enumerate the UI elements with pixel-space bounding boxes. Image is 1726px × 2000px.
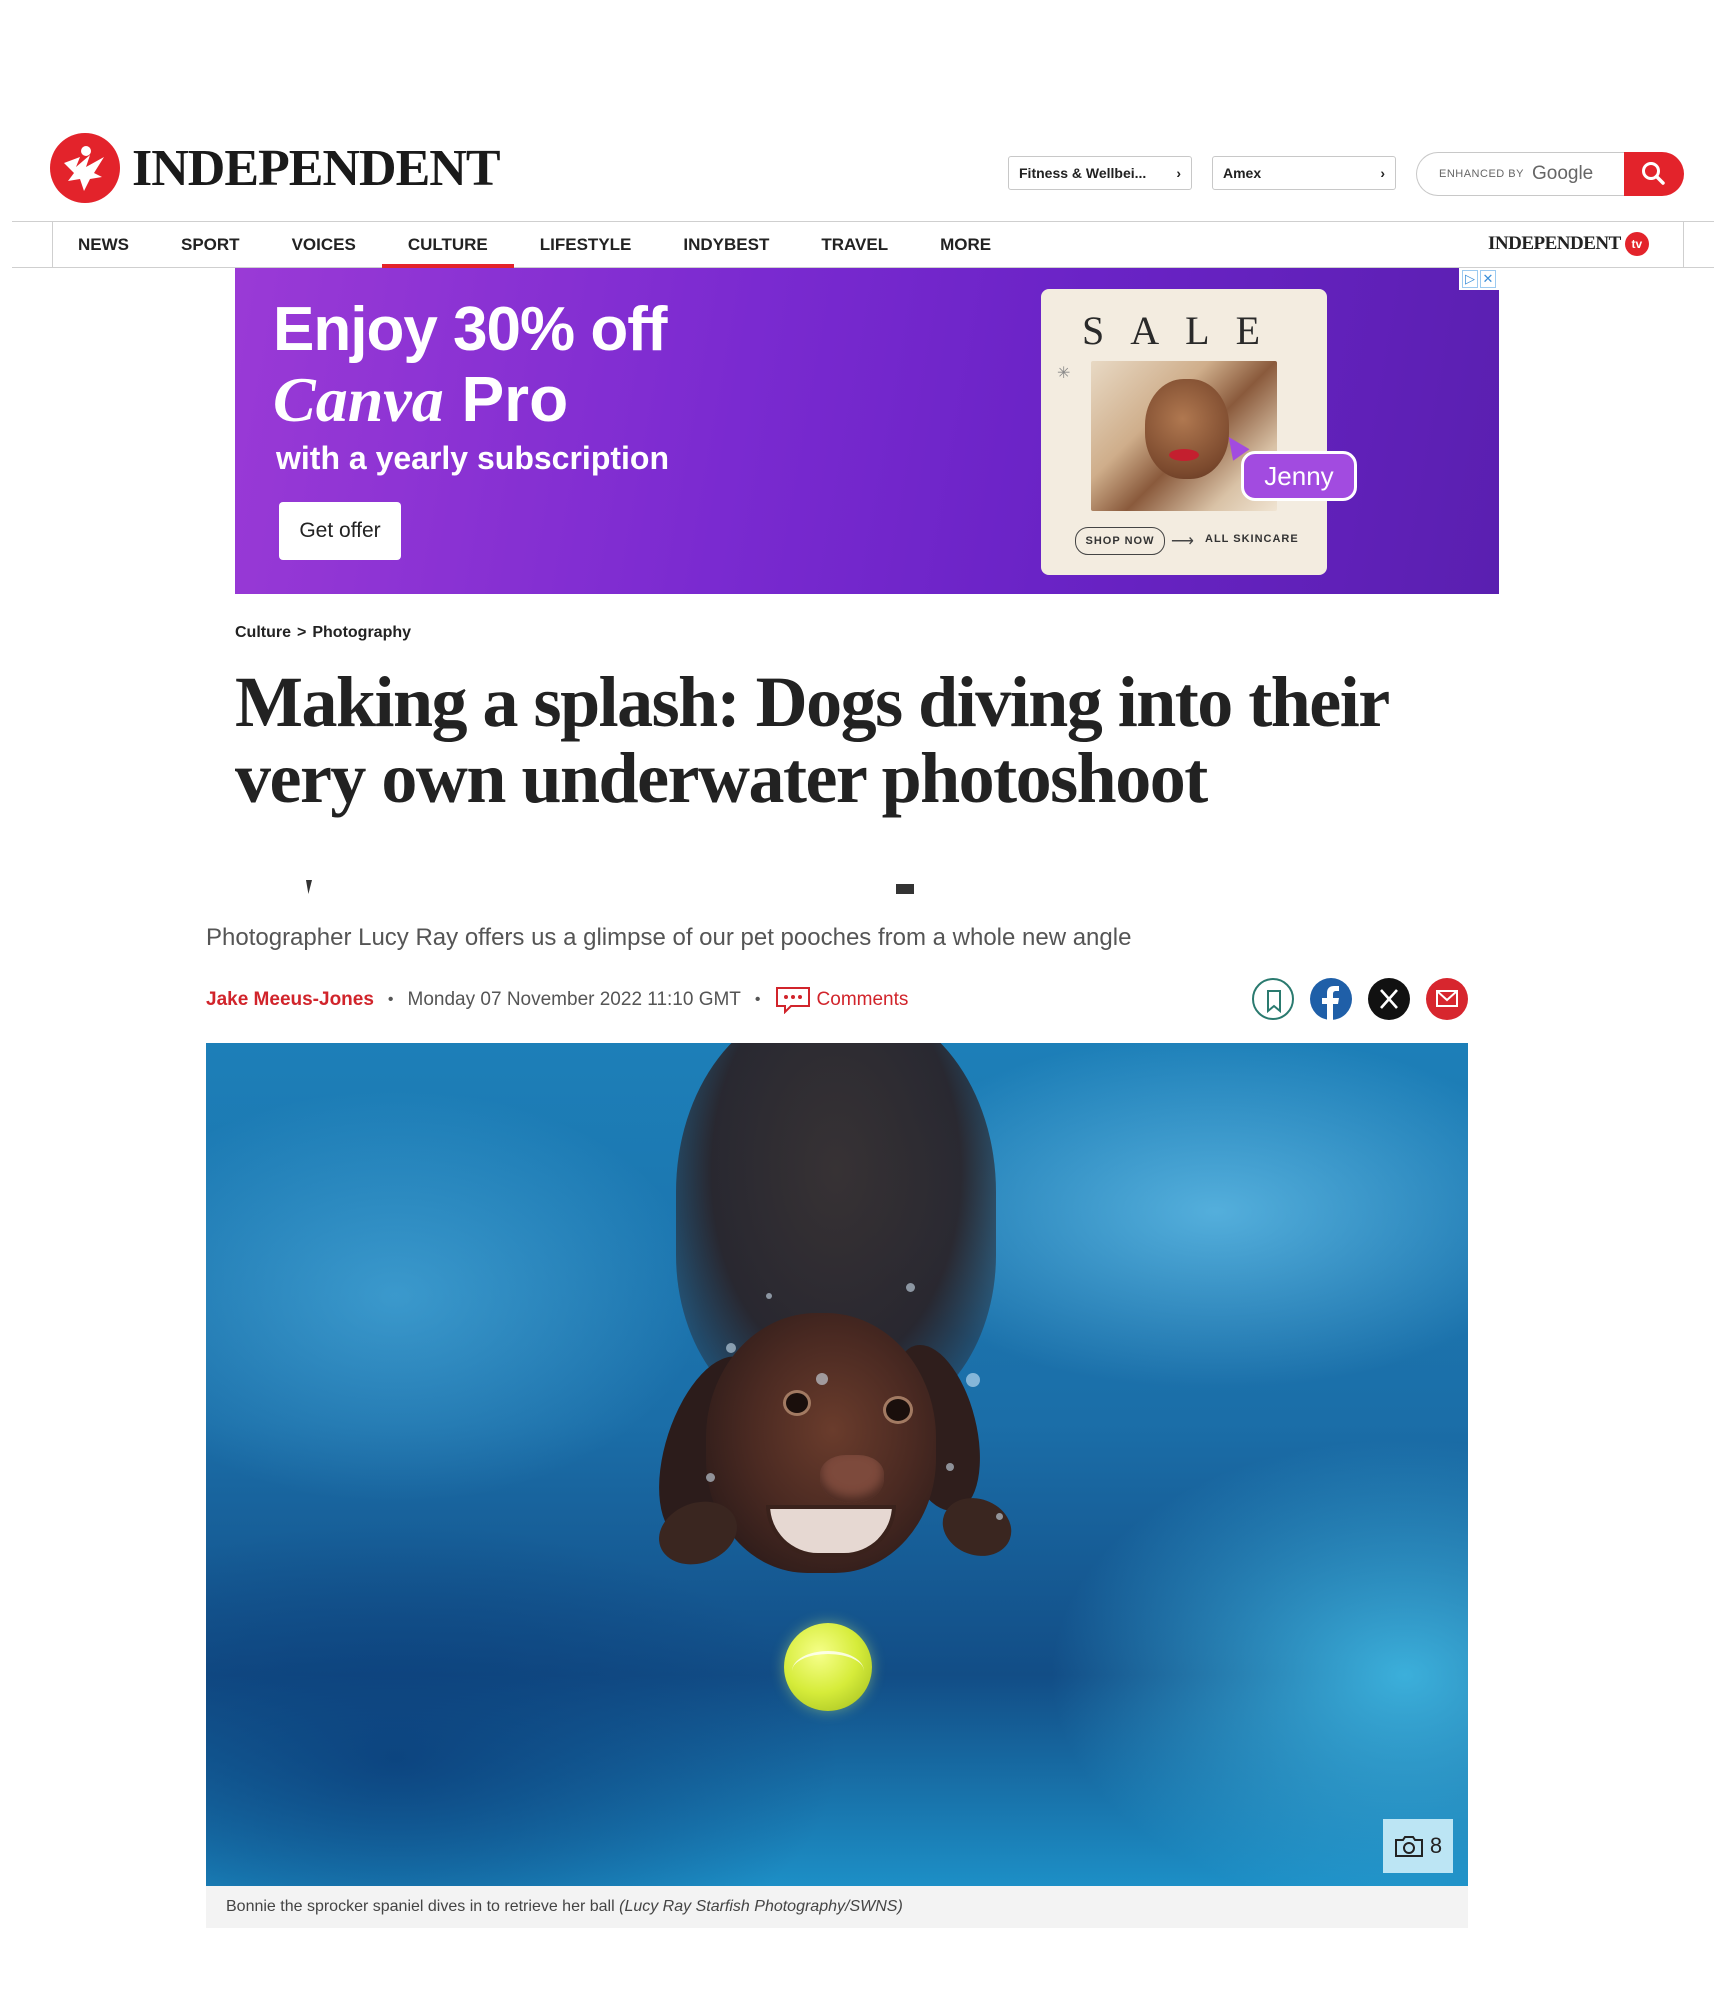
- ad-product-line: Canva Pro: [273, 362, 568, 437]
- share-bar: [1252, 978, 1468, 1020]
- ad-headline: Enjoy 30% off: [273, 295, 668, 364]
- search-enhanced-by: ENHANCED BY: [1439, 168, 1524, 180]
- ad-subline: with a yearly subscription: [276, 440, 669, 476]
- article-byline: Jake Meeus-Jones • Monday 07 November 20…: [206, 986, 908, 1014]
- fitness-dropdown[interactable]: Fitness & Wellbei... ›: [1008, 156, 1192, 190]
- independent-tv-link[interactable]: INDEPENDENT tv: [1488, 232, 1649, 256]
- search-input[interactable]: ENHANCED BY Google: [1416, 152, 1638, 196]
- breadcrumb: Culture > Photography: [235, 624, 411, 642]
- ad-sale-title: SALE: [1082, 308, 1286, 353]
- bubble: [766, 1293, 772, 1299]
- ad-choices-icon[interactable]: ▷: [1462, 270, 1478, 288]
- search-icon: [1642, 162, 1665, 185]
- ad-get-offer-button[interactable]: Get offer: [279, 502, 401, 560]
- chevron-right-icon: ›: [1176, 165, 1181, 181]
- bubble: [996, 1513, 1003, 1520]
- ad-model-lips: [1169, 449, 1199, 461]
- amex-dropdown[interactable]: Amex ›: [1212, 156, 1396, 190]
- byline-separator: •: [754, 991, 761, 1008]
- ad-choices[interactable]: ▷ ✕: [1459, 268, 1499, 290]
- facebook-icon[interactable]: [1310, 978, 1352, 1020]
- eagle-logo-icon: [50, 133, 120, 203]
- gallery-button[interactable]: 8: [1383, 1819, 1453, 1873]
- nav-item-indybest[interactable]: INDYBEST: [657, 222, 795, 267]
- nav-item-news[interactable]: NEWS: [52, 222, 155, 267]
- ad-sale-card: SALE ✳ Jenny SHOP NOW ⟶ ALL SKINCARE: [1041, 289, 1357, 575]
- tennis-ball-seam: [792, 1651, 864, 1691]
- caption-text: Bonnie the sprocker spaniel dives in to …: [226, 1898, 615, 1915]
- brand-wordmark: INDEPENDENT: [132, 139, 500, 197]
- dog-nose: [820, 1455, 884, 1503]
- caption-credit: (Lucy Ray Starfish Photography/SWNS): [619, 1898, 903, 1915]
- publish-date: Monday 07 November 2022 11:10 GMT: [407, 989, 741, 1010]
- ad-product: Pro: [461, 363, 569, 435]
- article-headline: Making a splash: Dogs diving into their …: [235, 662, 1389, 818]
- sparkle-icon: ✳: [1057, 365, 1071, 382]
- ad-shop-now: SHOP NOW: [1075, 527, 1165, 555]
- breadcrumb-separator: >: [297, 624, 307, 641]
- tv-badge-icon: tv: [1624, 232, 1649, 256]
- dog-eye: [786, 1393, 808, 1413]
- search-button[interactable]: [1624, 152, 1684, 196]
- article-standfirst: Photographer Lucy Ray offers us a glimps…: [206, 924, 1132, 951]
- site-logo[interactable]: INDEPENDENT: [50, 133, 500, 203]
- comments-icon[interactable]: [775, 986, 811, 1014]
- x-icon[interactable]: [1368, 978, 1410, 1020]
- nav-item-more[interactable]: MORE: [914, 222, 1017, 267]
- nav-item-voices[interactable]: VOICES: [266, 222, 382, 267]
- main-nav: NEWS SPORT VOICES CULTURE LIFESTYLE INDY…: [52, 222, 1017, 268]
- chevron-right-icon: ›: [1380, 165, 1385, 181]
- breadcrumb-culture[interactable]: Culture: [235, 624, 291, 641]
- search-provider: Google: [1531, 163, 1594, 184]
- bubble: [906, 1283, 915, 1292]
- ad-name-tag: Jenny: [1241, 451, 1357, 501]
- image-caption: Bonnie the sprocker spaniel dives in to …: [206, 1886, 1468, 1928]
- bookmark-icon[interactable]: [1252, 978, 1294, 1020]
- ad-model-face: [1145, 379, 1229, 479]
- byline-separator: •: [387, 991, 394, 1008]
- nav-divider-right: [1683, 222, 1684, 267]
- dog-eye: [886, 1399, 910, 1421]
- nav-item-lifestyle[interactable]: LIFESTYLE: [514, 222, 658, 267]
- fitness-dropdown-label: Fitness & Wellbei...: [1019, 165, 1147, 181]
- email-icon[interactable]: [1426, 978, 1468, 1020]
- amex-dropdown-label: Amex: [1223, 165, 1262, 181]
- text-fragment: [896, 884, 914, 894]
- author-link[interactable]: Jake Meeus-Jones: [206, 989, 374, 1011]
- ad-close-icon[interactable]: ✕: [1480, 270, 1496, 288]
- bubble: [946, 1463, 954, 1471]
- nav-item-travel[interactable]: TRAVEL: [795, 222, 914, 267]
- site-search: ENHANCED BY Google: [1416, 152, 1684, 196]
- ad-all-skincare: ALL SKINCARE: [1205, 533, 1299, 545]
- text-fragment: [306, 880, 312, 894]
- ad-brand: Canva: [273, 364, 444, 435]
- arrow-right-icon: ⟶: [1171, 533, 1194, 550]
- bubble: [726, 1343, 736, 1353]
- nav-item-culture[interactable]: CULTURE: [381, 222, 514, 268]
- bubble: [966, 1373, 980, 1387]
- nav-item-sport[interactable]: SPORT: [155, 222, 266, 267]
- camera-icon: [1394, 1836, 1423, 1857]
- bubble: [706, 1473, 715, 1482]
- bubble: [816, 1373, 828, 1385]
- hero-image[interactable]: 8: [206, 1043, 1468, 1886]
- comments-link[interactable]: Comments: [817, 989, 909, 1011]
- canva-ad-banner[interactable]: ▷ ✕ Enjoy 30% off Canva Pro with a yearl…: [235, 268, 1499, 594]
- breadcrumb-photography[interactable]: Photography: [312, 624, 411, 641]
- independent-tv-wordmark: INDEPENDENT: [1488, 233, 1621, 254]
- gallery-count: 8: [1429, 1833, 1443, 1858]
